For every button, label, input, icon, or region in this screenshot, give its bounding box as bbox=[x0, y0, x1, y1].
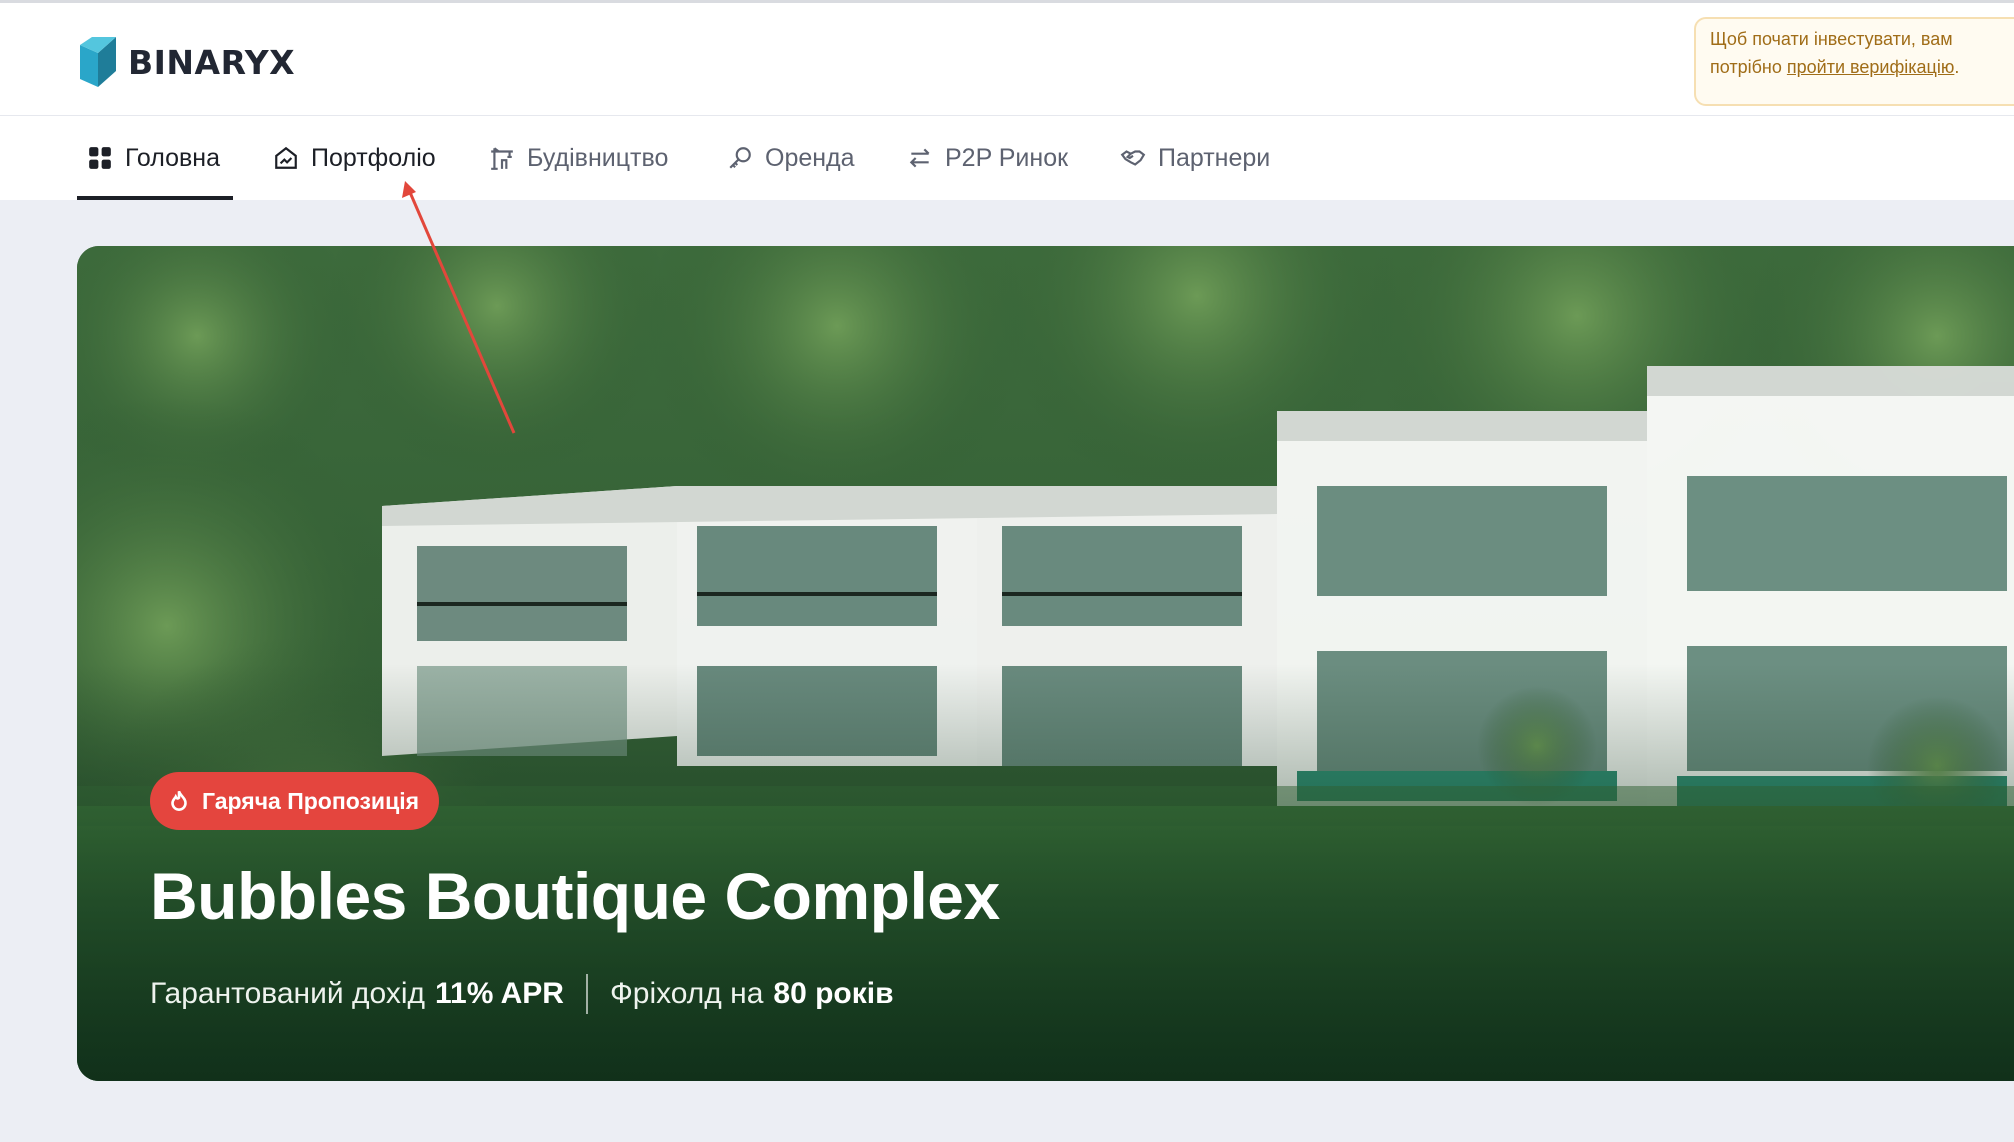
meta-divider bbox=[585, 974, 588, 1014]
nav-item-label: Портфоліо bbox=[311, 143, 436, 172]
nav-item-p2p-market[interactable]: P2P Ринок bbox=[907, 116, 1068, 200]
key-icon bbox=[729, 147, 751, 169]
nav-item-label: Партнери bbox=[1158, 143, 1271, 172]
nav-item-label: P2P Ринок bbox=[945, 143, 1069, 172]
swap-arrows-icon bbox=[909, 148, 930, 168]
notice-text-end: . bbox=[1954, 57, 1960, 77]
property-meta: Гарантований дохід 11% APR Фріхолд на 80… bbox=[150, 974, 894, 1014]
nav-item-rent[interactable]: Оренда bbox=[727, 116, 855, 200]
binaryx-logo-icon bbox=[80, 37, 116, 87]
nav-item-partners[interactable]: Партнери bbox=[1120, 116, 1270, 200]
active-tab-indicator bbox=[77, 196, 233, 200]
nav-item-label: Головна bbox=[125, 143, 220, 172]
badge-label: Гаряча Пропозиція bbox=[202, 787, 420, 814]
handshake-icon bbox=[1120, 150, 1146, 166]
nav-item-label: Будівництво bbox=[527, 143, 669, 172]
featured-property-banner[interactable]: Гаряча Пропозиція Bubbles Boutique Compl… bbox=[77, 246, 2014, 1081]
banner-gradient-overlay bbox=[77, 246, 2014, 1081]
verification-notice: Щоб почати інвестувати, вам потрібно про… bbox=[1694, 17, 2014, 106]
brand-name: BINARYX bbox=[128, 42, 296, 82]
verification-link[interactable]: пройти верифікацію bbox=[1787, 57, 1954, 77]
freehold-value: 80 років bbox=[773, 977, 894, 1010]
nav-item-label: Оренда bbox=[765, 143, 855, 172]
freehold-label: Фріхолд на bbox=[609, 977, 764, 1010]
nav-item-construction[interactable]: Будівництво bbox=[489, 116, 668, 200]
main-nav: Головна Портфоліо Будівництво Оренда P2P… bbox=[0, 116, 2014, 200]
grid-icon bbox=[89, 147, 111, 169]
top-header: BINARYX Щоб почати інвестувати, вам потр… bbox=[0, 0, 2014, 116]
nav-item-home[interactable]: Головна bbox=[87, 116, 220, 200]
crane-icon bbox=[491, 147, 513, 170]
brand-logo[interactable]: BINARYX bbox=[80, 37, 295, 87]
house-chart-icon bbox=[275, 146, 297, 169]
flame-icon bbox=[171, 790, 187, 811]
nav-item-portfolio[interactable]: Портфоліо bbox=[273, 116, 436, 200]
income-value: 11% APR bbox=[435, 977, 564, 1010]
property-title: Bubbles Boutique Complex bbox=[150, 859, 1000, 933]
hot-offer-badge: Гаряча Пропозиція bbox=[150, 772, 440, 830]
income-label: Гарантований дохід bbox=[150, 977, 425, 1010]
